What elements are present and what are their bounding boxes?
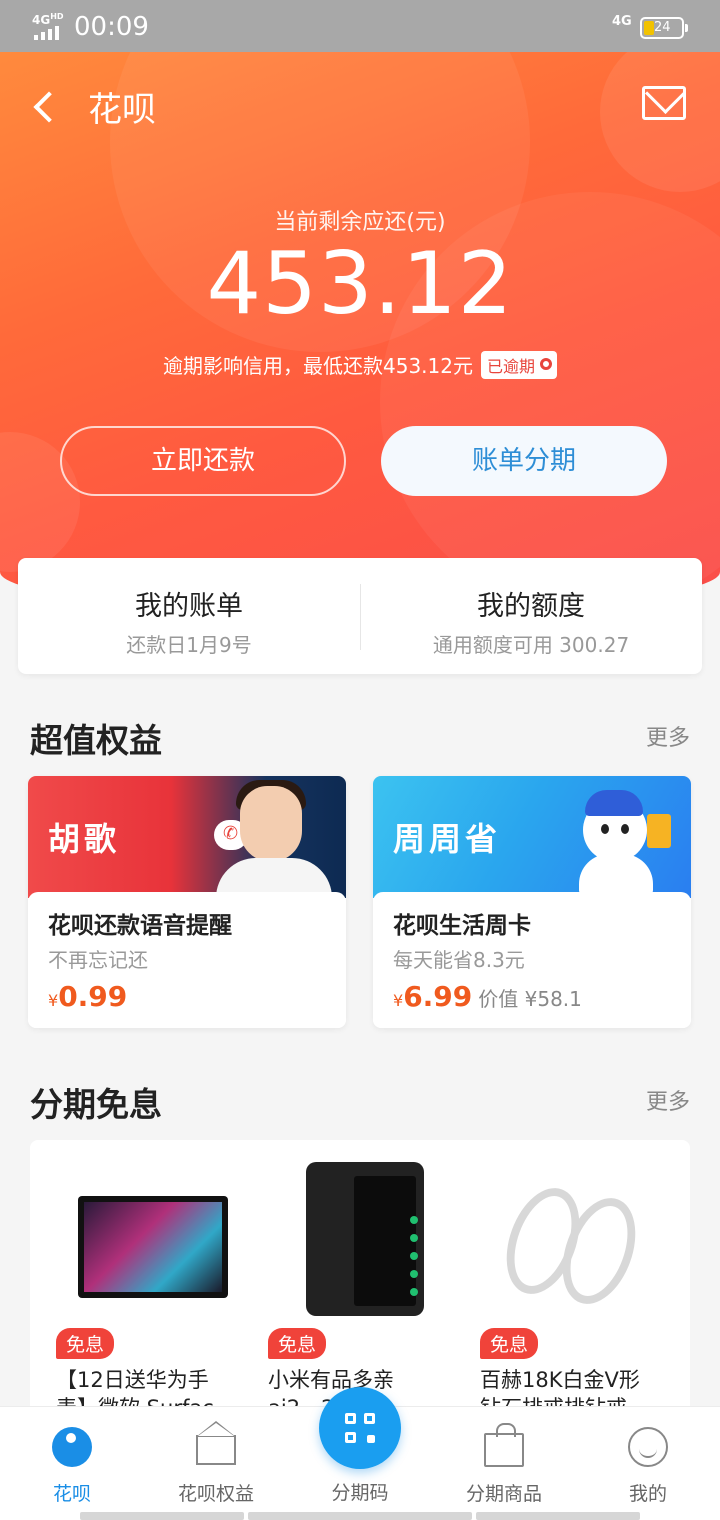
available-credit: 通用额度可用 300.27 (432, 633, 630, 657)
repayment-date: 还款日1月9号 (126, 633, 252, 657)
promo-price: ¥6.99 价值 ¥58.1 (393, 980, 582, 1013)
promo-card-voice-reminder[interactable]: 胡歌 花呗还款语音提醒 不再忘记还 ¥0.99 (28, 776, 346, 1028)
installment-free-title: 分期免息 (30, 1085, 162, 1124)
system-nav-bar (248, 1512, 472, 1520)
my-credit-limit[interactable]: 我的额度 通用额度可用 300.27 (360, 558, 702, 674)
mascot-image (563, 784, 673, 896)
original-price: 价值 ¥58.1 (478, 987, 582, 1011)
status-bar: 4GHD 00:09 4G 24 (0, 0, 720, 52)
promo-name: 花呗还款语音提醒 (48, 913, 232, 939)
installment-code-button[interactable] (319, 1387, 401, 1469)
network-indicator: 4GHD (32, 12, 64, 27)
product-image-rings (454, 1158, 664, 1318)
my-credit-title: 我的额度 (477, 591, 585, 622)
nav-label: 花呗权益 (177, 1483, 254, 1505)
bill-card: 我的账单 还款日1月9号 我的额度 通用额度可用 300.27 (18, 558, 702, 674)
nav-item-benefits[interactable]: 花呗权益 (144, 1407, 288, 1520)
promo-desc: 不再忘记还 (48, 948, 148, 972)
promo-banner: 胡歌 (28, 776, 346, 898)
banner-label: 胡歌 (48, 820, 121, 858)
nav-item-huabei[interactable]: 花呗 (0, 1407, 144, 1520)
page-title: 花呗 (88, 90, 156, 130)
interest-free-badge: 免息 (268, 1328, 327, 1359)
promo-body: 花呗生活周卡 每天能省8.3元 ¥6.99 价值 ¥58.1 (373, 892, 691, 1028)
promo-banner: 周周省 (373, 776, 691, 898)
nav-label: 花呗 (52, 1483, 91, 1505)
battery-level: 24 (654, 20, 671, 35)
qr-code-icon (345, 1413, 375, 1443)
promo-body: 花呗还款语音提醒 不再忘记还 ¥0.99 (28, 892, 346, 1028)
benefits-title: 超值权益 (30, 721, 162, 760)
benefits-more-link[interactable]: 更多 (646, 720, 690, 752)
signal-icon (34, 26, 59, 40)
nav-item-me[interactable]: 我的 (576, 1407, 720, 1520)
promo-name: 花呗生活周卡 (393, 913, 531, 939)
interest-free-badge: 免息 (480, 1328, 539, 1359)
product-item[interactable]: 免息 【12日送华为手表】微软 Surfac… (30, 1140, 240, 1440)
my-bill[interactable]: 我的账单 还款日1月9号 (18, 558, 360, 674)
product-image-phone (242, 1158, 452, 1318)
my-bill-title: 我的账单 (135, 591, 243, 622)
system-nav-bar (80, 1512, 244, 1520)
promo-card-weekly-pass[interactable]: 周周省 花呗生活周卡 每天能省8.3元 ¥6.99 价值 ¥58.1 (373, 776, 691, 1028)
clock: 00:09 (74, 12, 149, 42)
promo-desc: 每天能省8.3元 (393, 948, 525, 972)
installment-more-link[interactable]: 更多 (646, 1084, 690, 1116)
due-label: 当前剩余应还(元) (274, 210, 446, 235)
promo-price: ¥0.99 (48, 980, 128, 1013)
nav-label: 分期商品 (465, 1483, 542, 1505)
battery-icon: 24 (640, 17, 688, 39)
interest-free-badge: 免息 (56, 1328, 115, 1359)
due-note-text: 逾期影响信用，最低还款453.12元 (163, 354, 473, 378)
info-icon (540, 357, 552, 370)
due-amount: 453.12 (206, 234, 514, 334)
nav-label-installment-code: 分期码 (331, 1482, 389, 1504)
nav-label: 我的 (628, 1483, 667, 1505)
shopping-bag-icon (484, 1423, 524, 1467)
overdue-badge[interactable]: 已逾期 (480, 350, 557, 379)
mail-icon[interactable] (642, 86, 686, 120)
banner-label: 周周省 (393, 820, 502, 858)
smile-icon (628, 1427, 668, 1467)
nav-item-products[interactable]: 分期商品 (432, 1407, 576, 1520)
crown-icon (196, 1421, 236, 1465)
product-image-tablet (30, 1158, 240, 1318)
repay-now-button[interactable]: 立即还款 (60, 426, 346, 496)
due-note: 逾期影响信用，最低还款453.12元 已逾期 (0, 350, 720, 379)
network-right-indicator: 4G (612, 14, 632, 29)
system-nav-bar (476, 1512, 640, 1520)
bill-installment-button[interactable]: 账单分期 (381, 426, 667, 496)
celebrity-image (206, 776, 346, 898)
product-item[interactable]: 免息 百赫18K白金V形钻石排戒排钻戒… (454, 1140, 664, 1440)
back-icon[interactable] (30, 88, 60, 128)
hero-section: 花呗 当前剩余应还(元) 453.12 逾期影响信用，最低还款453.12元 已逾… (0, 52, 720, 612)
huabei-icon (52, 1427, 92, 1467)
